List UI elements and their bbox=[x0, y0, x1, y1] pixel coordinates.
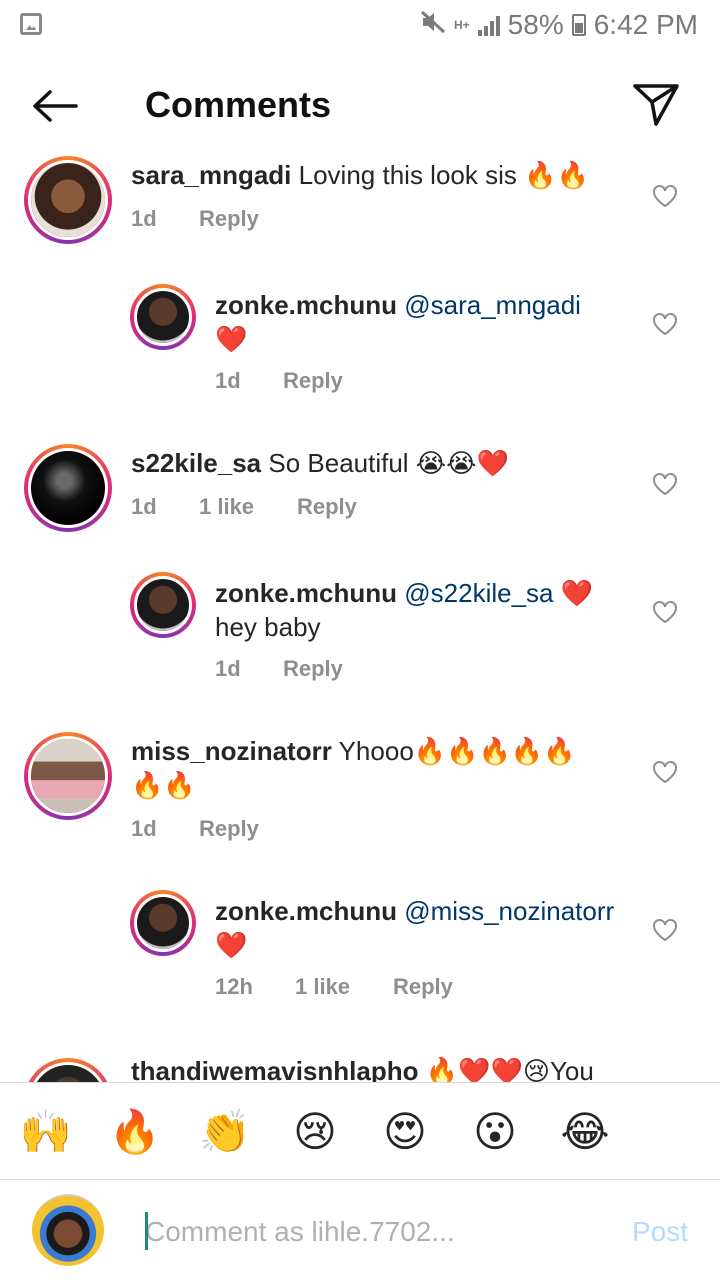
comment-reply: zonke.mchunu @s22kile_sa ❤️hey baby 1d R… bbox=[0, 572, 720, 702]
comment-mention[interactable]: @s22kile_sa bbox=[404, 578, 553, 608]
comment: thandiwemavisnhlapho 🔥❤️❤️😢You bbox=[0, 1054, 720, 1082]
post-button[interactable]: Post bbox=[632, 1216, 688, 1248]
emoji-clap[interactable]: 👏 bbox=[195, 1105, 255, 1159]
battery-icon bbox=[571, 14, 586, 36]
emoji-crying[interactable]: 😢 bbox=[285, 1105, 345, 1159]
avatar[interactable] bbox=[24, 156, 112, 244]
like-count[interactable]: 1 like bbox=[295, 974, 393, 1000]
status-bar: H+ 58% 6:42 PM bbox=[0, 0, 720, 50]
comment: s22kile_sa So Beautiful 😭😭❤️ 1d 1 like R… bbox=[0, 438, 720, 558]
emoji-heart-eyes[interactable]: 😍 bbox=[375, 1105, 435, 1159]
comment-input[interactable] bbox=[145, 1210, 585, 1254]
emoji-fire[interactable]: 🔥 bbox=[105, 1105, 165, 1159]
like-heart-icon[interactable] bbox=[652, 918, 678, 942]
reply-button[interactable]: Reply bbox=[283, 368, 343, 394]
avatar[interactable] bbox=[130, 572, 196, 638]
like-heart-icon[interactable] bbox=[652, 600, 678, 624]
like-count[interactable]: 1 like bbox=[199, 494, 297, 520]
reply-button[interactable]: Reply bbox=[393, 974, 453, 1000]
comment: miss_nozinatorr Yhooo🔥🔥🔥🔥🔥🔥🔥 1d Reply bbox=[0, 726, 720, 856]
gallery-icon bbox=[20, 13, 42, 35]
page-title: Comments bbox=[145, 84, 332, 125]
comment-username[interactable]: zonke.mchunu bbox=[215, 578, 397, 608]
comment-username[interactable]: zonke.mchunu bbox=[215, 896, 397, 926]
comment-time: 1d bbox=[215, 656, 241, 681]
header: Comments bbox=[0, 70, 720, 142]
comment-text: ❤️ bbox=[215, 930, 248, 960]
like-heart-icon[interactable] bbox=[652, 760, 678, 784]
avatar[interactable] bbox=[130, 890, 196, 956]
avatar[interactable] bbox=[24, 732, 112, 820]
comment-username[interactable]: sara_mngadi bbox=[131, 160, 291, 190]
reply-button[interactable]: Reply bbox=[199, 816, 259, 842]
comment-text: 🔥❤️❤️😢You bbox=[425, 1056, 594, 1082]
send-icon[interactable] bbox=[632, 82, 680, 128]
comment-time: 1d bbox=[131, 816, 157, 841]
like-heart-icon[interactable] bbox=[652, 472, 678, 496]
comment-reply: zonke.mchunu @sara_mngadi ❤️ 1d Reply bbox=[0, 284, 720, 414]
text-cursor bbox=[145, 1212, 148, 1250]
network-type: H+ bbox=[453, 18, 470, 32]
emoji-raised-hands[interactable]: 🙌 bbox=[16, 1105, 76, 1159]
comment-text: Loving this look sis 🔥🔥 bbox=[298, 160, 589, 190]
comment-username[interactable]: s22kile_sa bbox=[131, 448, 261, 478]
comment-time: 1d bbox=[215, 368, 241, 393]
comment-reply: zonke.mchunu @miss_nozinatorr ❤️ 12h 1 l… bbox=[0, 890, 720, 1020]
signal-icon bbox=[477, 14, 500, 36]
comment-composer: Post bbox=[0, 1180, 720, 1280]
battery-percent: 58% bbox=[507, 9, 564, 40]
reply-button[interactable]: Reply bbox=[297, 494, 357, 520]
clock: 6:42 PM bbox=[593, 9, 698, 40]
avatar[interactable] bbox=[24, 1058, 112, 1082]
avatar[interactable] bbox=[130, 284, 196, 350]
comment-mention[interactable]: @miss_nozinatorr bbox=[404, 896, 614, 926]
like-heart-icon[interactable] bbox=[652, 312, 678, 336]
comment-username[interactable]: miss_nozinatorr bbox=[131, 736, 332, 766]
comment-text: So Beautiful 😭😭❤️ bbox=[268, 448, 509, 478]
like-heart-icon[interactable] bbox=[652, 184, 678, 208]
comment-username[interactable]: zonke.mchunu bbox=[215, 290, 397, 320]
comments-list[interactable]: sara_mngadi Loving this look sis 🔥🔥 1d R… bbox=[0, 150, 720, 1082]
reply-button[interactable]: Reply bbox=[283, 656, 343, 682]
emoji-laughing[interactable]: 😂 bbox=[555, 1105, 615, 1159]
mute-icon bbox=[420, 10, 446, 40]
comment-time: 1d bbox=[131, 206, 157, 231]
comment-time: 1d bbox=[131, 494, 157, 519]
reply-button[interactable]: Reply bbox=[199, 206, 259, 232]
comment-mention[interactable]: @sara_mngadi bbox=[404, 290, 581, 320]
my-avatar bbox=[32, 1194, 104, 1266]
avatar[interactable] bbox=[24, 444, 112, 532]
comment-time: 12h bbox=[215, 974, 253, 999]
back-arrow-icon[interactable] bbox=[30, 86, 80, 126]
comment-text: ❤️ bbox=[215, 324, 248, 354]
status-icons: H+ 58% 6:42 PM bbox=[420, 6, 698, 44]
emoji-surprised[interactable]: 😮 bbox=[465, 1105, 525, 1159]
quick-emoji-bar: 🙌 🔥 👏 😢 😍 😮 😂 bbox=[0, 1082, 720, 1180]
comment-username[interactable]: thandiwemavisnhlapho bbox=[131, 1056, 419, 1082]
comment: sara_mngadi Loving this look sis 🔥🔥 1d R… bbox=[0, 150, 720, 270]
